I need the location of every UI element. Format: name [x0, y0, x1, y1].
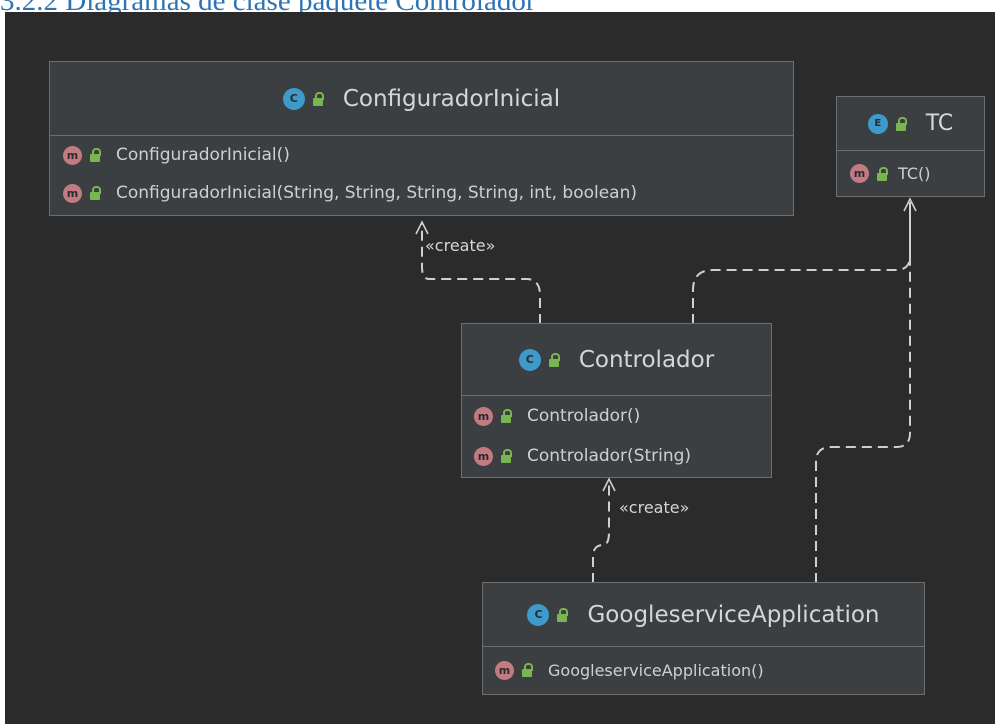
public-visibility-icon: [895, 116, 908, 131]
class-name: ConfiguradorInicial: [342, 85, 561, 112]
method-signature: Controlador(): [527, 406, 641, 426]
method-row: m Controlador(): [462, 396, 771, 436]
enum-icon: E: [867, 113, 888, 134]
class-header: C GoogleserviceApplication: [483, 583, 924, 647]
method-icon: m: [63, 145, 82, 165]
method-icon: m: [474, 446, 493, 466]
class-header: E TC: [837, 97, 984, 151]
create-label-1: «create»: [425, 236, 496, 255]
spring-boot-class-icon: C: [527, 603, 550, 626]
method-row: m ConfiguradorInicial(): [50, 136, 793, 174]
runnable-class-icon: C: [518, 348, 541, 371]
public-visibility-icon: [877, 166, 889, 181]
class-header: C Controlador: [462, 324, 771, 396]
dependency-controlador-to-tc: [692, 202, 911, 324]
create-dependency-googleservice-to-controlador: [592, 482, 610, 583]
public-visibility-icon: [548, 352, 561, 367]
method-row: m Controlador(String): [462, 436, 771, 476]
public-visibility-icon: [501, 449, 513, 463]
class-header: C ConfiguradorInicial: [50, 62, 793, 136]
public-visibility-icon: [90, 148, 102, 162]
method-icon: m: [63, 183, 82, 203]
public-visibility-icon: [501, 409, 513, 423]
method-signature: ConfiguradorInicial(): [116, 145, 290, 165]
method-signature: TC(): [898, 164, 931, 183]
uml-diagram-canvas: «create» «create» C ConfiguradorInicial …: [5, 12, 995, 724]
dependency-googleservice-to-tc: [815, 202, 911, 583]
method-icon: m: [474, 406, 493, 426]
public-visibility-icon: [90, 186, 102, 200]
method-signature: Controlador(String): [527, 446, 692, 466]
class-box-googleservice-application[interactable]: C GoogleserviceApplication m Googleservi…: [482, 582, 925, 695]
method-icon: m: [495, 660, 514, 680]
method-signature: ConfiguradorInicial(String, String, Stri…: [116, 183, 637, 203]
class-box-configurador-inicial[interactable]: C ConfiguradorInicial m ConfiguradorInic…: [49, 61, 794, 216]
public-visibility-icon: [522, 663, 534, 677]
class-name: GoogleserviceApplication: [587, 601, 880, 628]
method-row: m ConfiguradorInicial(String, String, St…: [50, 174, 793, 212]
method-row: m TC(): [837, 151, 984, 196]
class-box-controlador[interactable]: C Controlador m Controlador() m Controla…: [461, 323, 772, 478]
class-name: TC: [925, 111, 954, 136]
method-row: m GoogleserviceApplication(): [483, 647, 924, 693]
public-visibility-icon: [312, 91, 325, 106]
method-icon: m: [850, 164, 869, 183]
class-icon: C: [282, 87, 305, 110]
public-visibility-icon: [557, 607, 569, 622]
create-label-2: «create»: [619, 498, 690, 517]
class-name: Controlador: [578, 346, 715, 373]
method-signature: GoogleserviceApplication(): [548, 660, 764, 680]
enum-box-tc[interactable]: E TC m TC(): [836, 96, 985, 197]
